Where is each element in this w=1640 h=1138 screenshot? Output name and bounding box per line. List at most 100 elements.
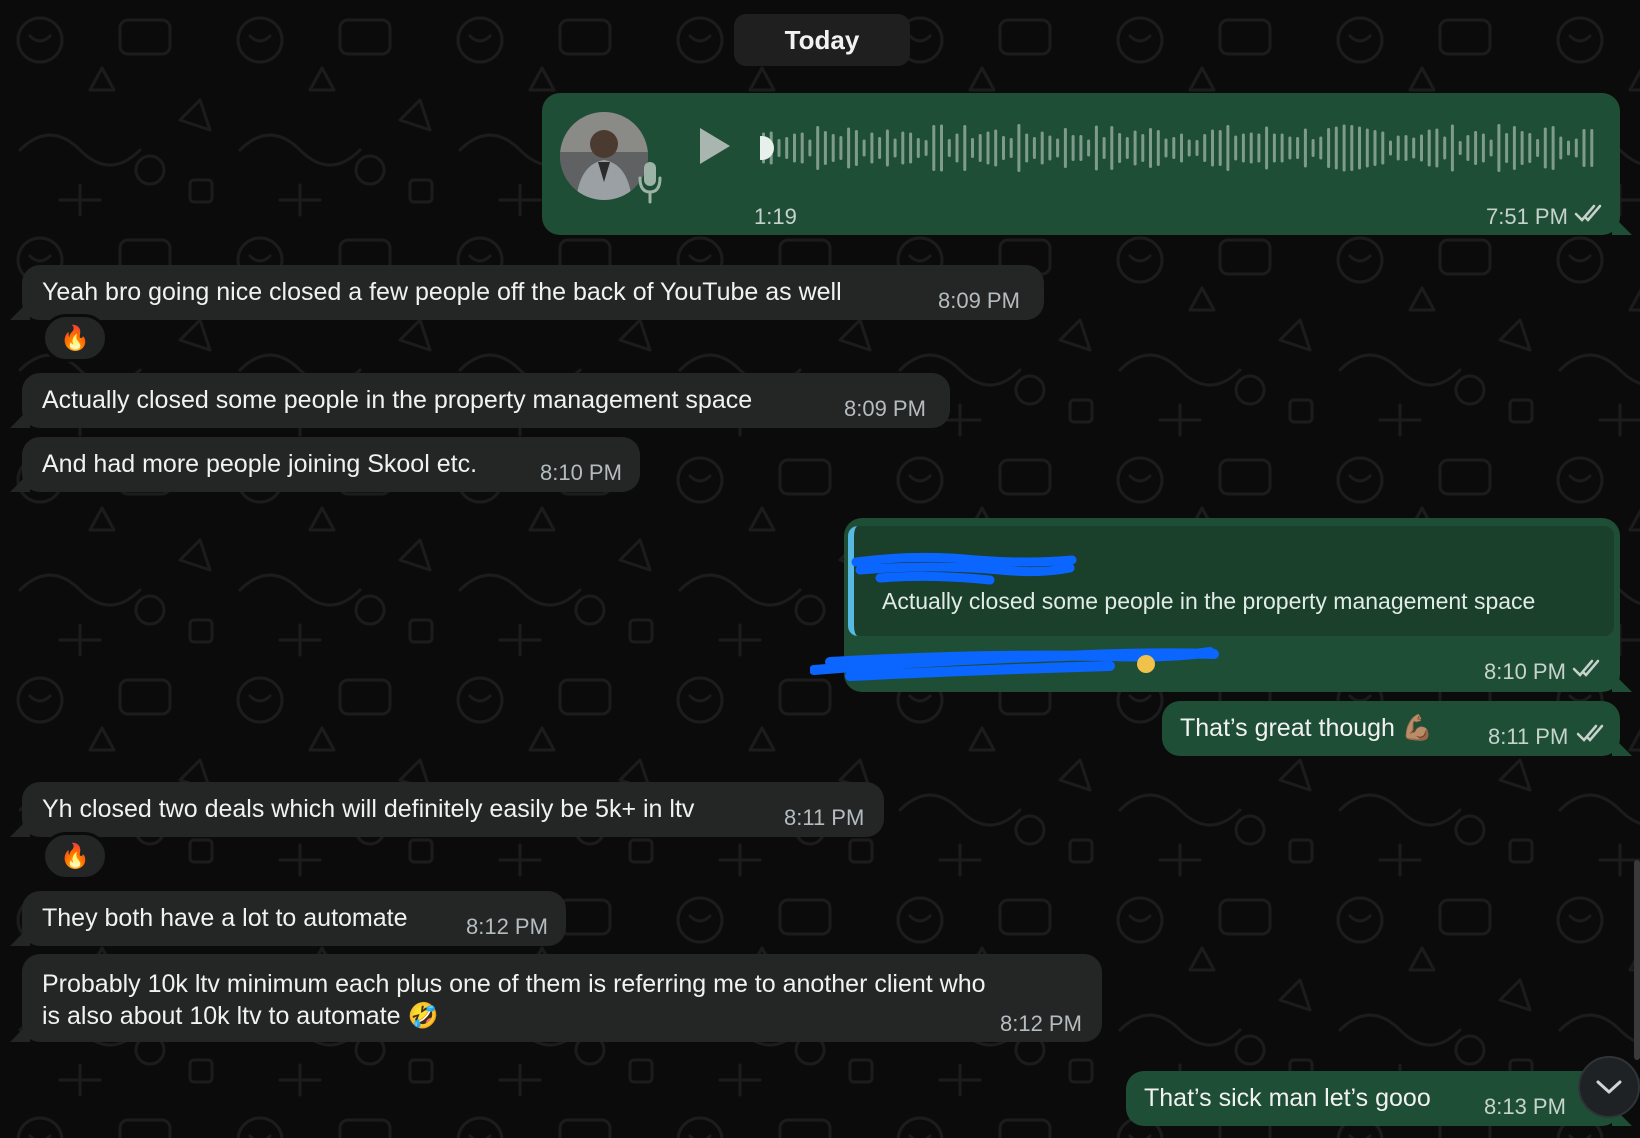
waveform-bar [963,125,967,171]
waveform-bar [1489,139,1493,157]
outgoing-message: That’s great though 💪🏽 8:11 PM [1162,701,1632,756]
message-time: 8:10 PM [540,460,622,485]
waveform-bar [940,124,943,172]
waveform-bar [1427,129,1431,167]
waveform-bar [1149,128,1152,168]
waveform-bar [1505,133,1509,163]
waveform-bar [1025,133,1029,163]
waveform-bar [1040,131,1044,165]
message-text: That’s sick man let’s gooo [1144,1084,1431,1112]
waveform-bar [1497,124,1501,172]
waveform-bar [1141,134,1145,162]
waveform-bar [1574,138,1578,158]
waveform-bar [978,134,982,162]
message-time: 8:12 PM [466,914,548,939]
message-time: 8:09 PM [844,396,926,421]
waveform-bar [1017,124,1021,172]
incoming-message: Yh closed two deals which will definitel… [10,782,884,837]
waveform-bar [1249,132,1253,164]
waveform-bar [1551,126,1555,170]
scrollbar[interactable] [1634,860,1640,1060]
waveform-bar [831,134,835,162]
waveform-bar [909,132,913,164]
waveform-bar [1520,131,1524,165]
waveform-bar [785,137,789,159]
waveform-bar [986,131,990,165]
waveform-bar [1241,133,1245,163]
waveform-bar [1458,141,1462,155]
incoming-message: Actually closed some people in the prope… [10,373,950,428]
waveform-bar [1218,130,1222,166]
waveform-bar [1381,131,1385,165]
waveform-bar [862,139,866,157]
waveform-bar [1450,124,1454,172]
reaction-badge[interactable]: 🔥 [42,314,108,362]
waveform-bar [1063,128,1067,168]
message-text-line-1: Probably 10k ltv minimum each plus one o… [42,970,986,998]
waveform-bar [1358,126,1361,170]
waveform-bar [1234,135,1238,161]
message-text: And had more people joining Skool etc. [42,450,478,478]
waveform-bar [1481,133,1485,163]
quoted-message-text: Actually closed some people in the prope… [882,588,1536,614]
waveform-bar [1094,125,1098,171]
message-time: 8:09 PM [938,288,1020,313]
waveform-bar [955,133,959,163]
waveform-bar [924,140,928,156]
waveform-bar [1226,125,1230,171]
waveform-bar [1071,135,1075,161]
waveform-bar [1002,136,1005,160]
voice-waveform[interactable] [760,118,1596,178]
message-time: 8:11 PM [784,805,865,830]
message-text: They both have a lot to automate [42,904,408,932]
waveform-bar [1164,138,1168,158]
waveform-bar [1296,137,1300,159]
waveform-bar [1172,137,1176,159]
incoming-message: Probably 10k ltv minimum each plus one o… [10,954,1102,1042]
waveform-bar [1311,139,1315,157]
waveform-bar [1056,138,1060,158]
waveform-bar [1156,130,1160,166]
waveform-bar [1195,140,1199,156]
play-icon[interactable] [696,126,732,166]
waveform-bar [1373,130,1377,166]
waveform-bar [893,138,897,158]
chevron-down-icon [1596,1080,1622,1094]
waveform-bar [816,126,820,170]
waveform-bar [1404,135,1408,161]
message-time: 8:12 PM [1000,1011,1082,1036]
waveform-bar [1187,139,1191,157]
waveform-bar [823,131,827,165]
waveform-bar [1288,136,1292,160]
waveform-bar [885,129,889,167]
waveform-bar [1412,137,1416,159]
redaction-scribble [851,552,1077,585]
double-check-icon [1576,724,1604,742]
reaction-badge[interactable]: 🔥 [42,832,108,880]
outgoing-message: That’s sick man let’s gooo 8:13 PM [1126,1071,1632,1126]
waveform-bar [1389,140,1392,156]
waveform-bar [847,127,851,169]
waveform-bar [1342,124,1346,172]
waveform-bar [800,132,804,164]
waveform-bar [1443,136,1447,160]
waveform-bar [1257,133,1261,163]
waveform-bar [901,131,905,165]
waveform-bar [1032,137,1036,159]
message-time: 8:13 PM [1484,1094,1566,1119]
double-check-icon [1572,659,1600,677]
voice-message-duration: 1:19 [754,204,797,229]
waveform-bar [1211,129,1214,167]
scroll-to-bottom-button[interactable] [1578,1056,1640,1118]
waveform-bar [1087,139,1091,157]
waveform-bar [1048,135,1052,161]
waveform-bar [878,137,882,159]
waveform-bar [1582,129,1586,167]
waveform-bar [1102,137,1106,159]
waveform-bar [1559,136,1563,160]
waveform-bar [808,139,812,157]
message-text: Actually closed some people in the prope… [42,386,753,414]
waveform-bar [1180,133,1183,163]
waveform-bar [947,139,951,157]
incoming-message: Yeah bro going nice closed a few people … [10,265,1044,320]
